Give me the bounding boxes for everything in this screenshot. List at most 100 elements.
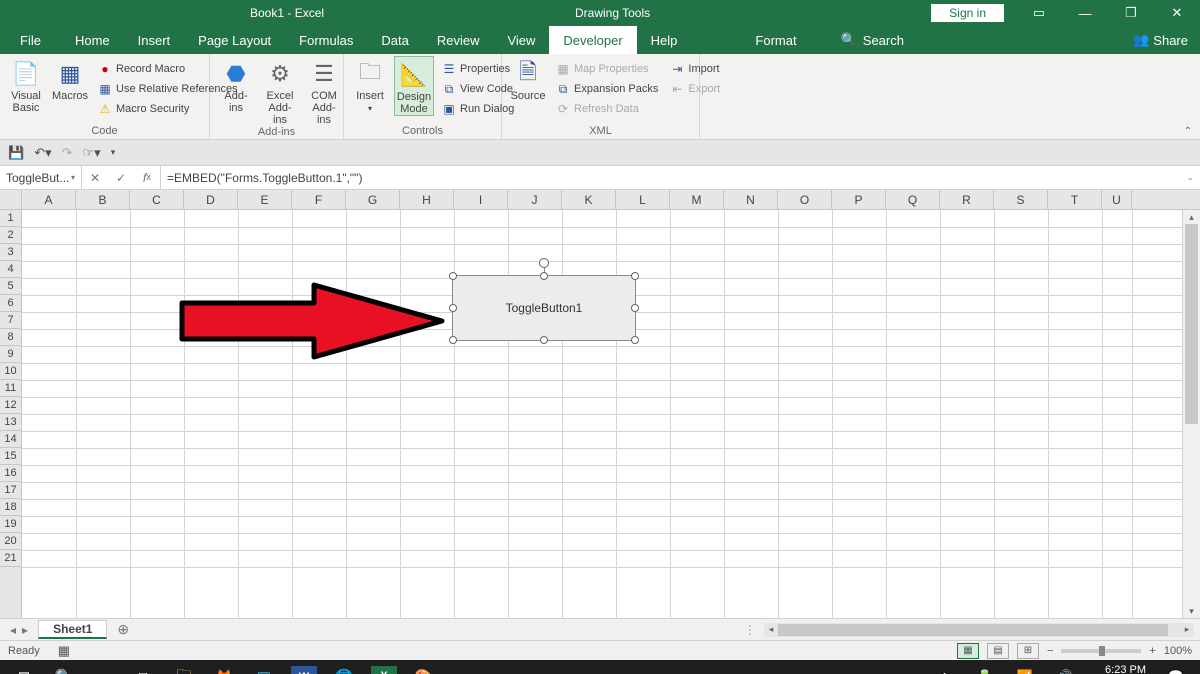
worksheet-grid[interactable]: ABCDEFGHIJKLMNOPQRSTU 123456789101112131…: [0, 190, 1200, 618]
rotation-handle[interactable]: [539, 258, 549, 268]
row-header[interactable]: 5: [0, 278, 21, 295]
column-header[interactable]: S: [994, 190, 1048, 209]
cancel-formula-button[interactable]: ✕: [82, 171, 108, 185]
column-header[interactable]: K: [562, 190, 616, 209]
row-header[interactable]: 12: [0, 397, 21, 414]
tab-insert[interactable]: Insert: [124, 26, 185, 54]
row-header[interactable]: 16: [0, 465, 21, 482]
insert-control-button[interactable]: 🗀 Insert ▾: [350, 56, 390, 113]
tab-page-layout[interactable]: Page Layout: [184, 26, 285, 54]
row-header[interactable]: 20: [0, 533, 21, 550]
save-button[interactable]: 💾: [8, 145, 24, 161]
row-header[interactable]: 14: [0, 431, 21, 448]
app-taskbar[interactable]: ▣: [244, 660, 284, 674]
row-header[interactable]: 6: [0, 295, 21, 312]
share-button[interactable]: 👥 Share: [1133, 32, 1188, 48]
insert-function-button[interactable]: fx: [134, 171, 160, 185]
row-header[interactable]: 18: [0, 499, 21, 516]
select-all-corner[interactable]: [0, 190, 22, 209]
row-header[interactable]: 1: [0, 210, 21, 227]
split-handle[interactable]: ⋮: [744, 623, 756, 637]
column-header[interactable]: O: [778, 190, 832, 209]
tab-file[interactable]: File: [0, 26, 61, 54]
scroll-right-button[interactable]: ▸: [1180, 623, 1194, 637]
file-explorer-taskbar[interactable]: 🗀: [164, 660, 204, 674]
prev-sheet-button[interactable]: ◂: [10, 623, 16, 637]
row-header[interactable]: 9: [0, 346, 21, 363]
zoom-slider[interactable]: [1061, 649, 1141, 653]
cortana-button[interactable]: ○: [84, 660, 124, 674]
toggle-button-control[interactable]: ToggleButton1: [452, 275, 636, 341]
macros-button[interactable]: ▦ Macros: [50, 56, 90, 102]
addins-button[interactable]: ⬣ Add- ins: [216, 56, 256, 114]
collapse-ribbon-button[interactable]: ⌃: [1184, 126, 1192, 137]
tab-formulas[interactable]: Formulas: [285, 26, 367, 54]
resize-handle-e[interactable]: [631, 304, 639, 312]
row-header[interactable]: 3: [0, 244, 21, 261]
resize-handle-n[interactable]: [540, 272, 548, 280]
scroll-thumb[interactable]: [1185, 224, 1198, 424]
column-header[interactable]: E: [238, 190, 292, 209]
ribbon-display-options-button[interactable]: ▭: [1016, 0, 1062, 26]
column-header[interactable]: B: [76, 190, 130, 209]
volume-icon[interactable]: 🔊: [1045, 660, 1085, 674]
xml-source-button[interactable]: 🗎 Source: [508, 56, 548, 102]
name-box[interactable]: ToggleBut... ▾: [0, 166, 82, 189]
visual-basic-button[interactable]: 📄 Visual Basic: [6, 56, 46, 114]
row-header[interactable]: 7: [0, 312, 21, 329]
task-view-button[interactable]: ⧉: [124, 660, 164, 674]
row-header[interactable]: 21: [0, 550, 21, 567]
map-properties-button[interactable]: ▦ Map Properties: [552, 60, 662, 78]
refresh-data-button[interactable]: ⟳ Refresh Data: [552, 100, 662, 118]
scroll-up-button[interactable]: ▴: [1183, 210, 1200, 224]
column-header[interactable]: R: [940, 190, 994, 209]
battery-icon[interactable]: 🔋: [965, 660, 1005, 674]
column-header[interactable]: A: [22, 190, 76, 209]
tab-review[interactable]: Review: [423, 26, 494, 54]
design-mode-button[interactable]: 📐 Design Mode: [394, 56, 434, 116]
start-button[interactable]: ⊞: [4, 660, 44, 674]
horizontal-scrollbar[interactable]: ◂ ▸: [764, 623, 1194, 637]
page-layout-view-button[interactable]: ▤: [987, 643, 1009, 659]
new-sheet-button[interactable]: ⊕: [117, 621, 129, 638]
redo-button[interactable]: ↷: [62, 145, 73, 161]
paint-taskbar[interactable]: 🎨: [404, 660, 444, 674]
resize-handle-nw[interactable]: [449, 272, 457, 280]
column-header[interactable]: C: [130, 190, 184, 209]
wifi-icon[interactable]: 📶: [1005, 660, 1045, 674]
row-header[interactable]: 13: [0, 414, 21, 431]
macro-record-icon[interactable]: ▦: [58, 643, 70, 659]
column-header[interactable]: U: [1102, 190, 1132, 209]
row-header[interactable]: 10: [0, 363, 21, 380]
hscroll-thumb[interactable]: [778, 624, 1168, 636]
column-header[interactable]: J: [508, 190, 562, 209]
column-header[interactable]: L: [616, 190, 670, 209]
system-clock[interactable]: 6:23 PM 28-Sep-19: [1085, 664, 1156, 674]
export-button[interactable]: ⇤ Export: [666, 80, 724, 98]
row-header[interactable]: 17: [0, 482, 21, 499]
tell-me-search[interactable]: 🔍 Search: [841, 26, 904, 54]
column-header[interactable]: G: [346, 190, 400, 209]
column-header[interactable]: Q: [886, 190, 940, 209]
column-header[interactable]: P: [832, 190, 886, 209]
show-hidden-icons[interactable]: ⌃: [925, 660, 965, 674]
com-addins-button[interactable]: ☰ COM Add-ins: [304, 56, 344, 126]
column-header[interactable]: H: [400, 190, 454, 209]
qat-customize-button[interactable]: ▾: [111, 147, 116, 158]
expand-formula-bar-button[interactable]: ⌄: [1186, 172, 1194, 183]
column-header[interactable]: F: [292, 190, 346, 209]
column-header[interactable]: N: [724, 190, 778, 209]
row-header[interactable]: 19: [0, 516, 21, 533]
action-center-button[interactable]: 💬: [1156, 660, 1196, 674]
excel-addins-button[interactable]: ⚙ Excel Add-ins: [260, 56, 300, 126]
firefox-taskbar[interactable]: 🦊: [204, 660, 244, 674]
tab-help[interactable]: Help: [637, 26, 692, 54]
vertical-scrollbar[interactable]: ▴ ▾: [1182, 210, 1200, 618]
chrome-taskbar[interactable]: 🌐: [324, 660, 364, 674]
tab-data[interactable]: Data: [367, 26, 422, 54]
enter-formula-button[interactable]: ✓: [108, 171, 134, 185]
search-taskbar-button[interactable]: 🔍: [44, 660, 84, 674]
excel-taskbar[interactable]: X: [371, 666, 397, 674]
word-taskbar[interactable]: W: [291, 666, 317, 674]
import-button[interactable]: ⇥ Import: [666, 60, 724, 78]
